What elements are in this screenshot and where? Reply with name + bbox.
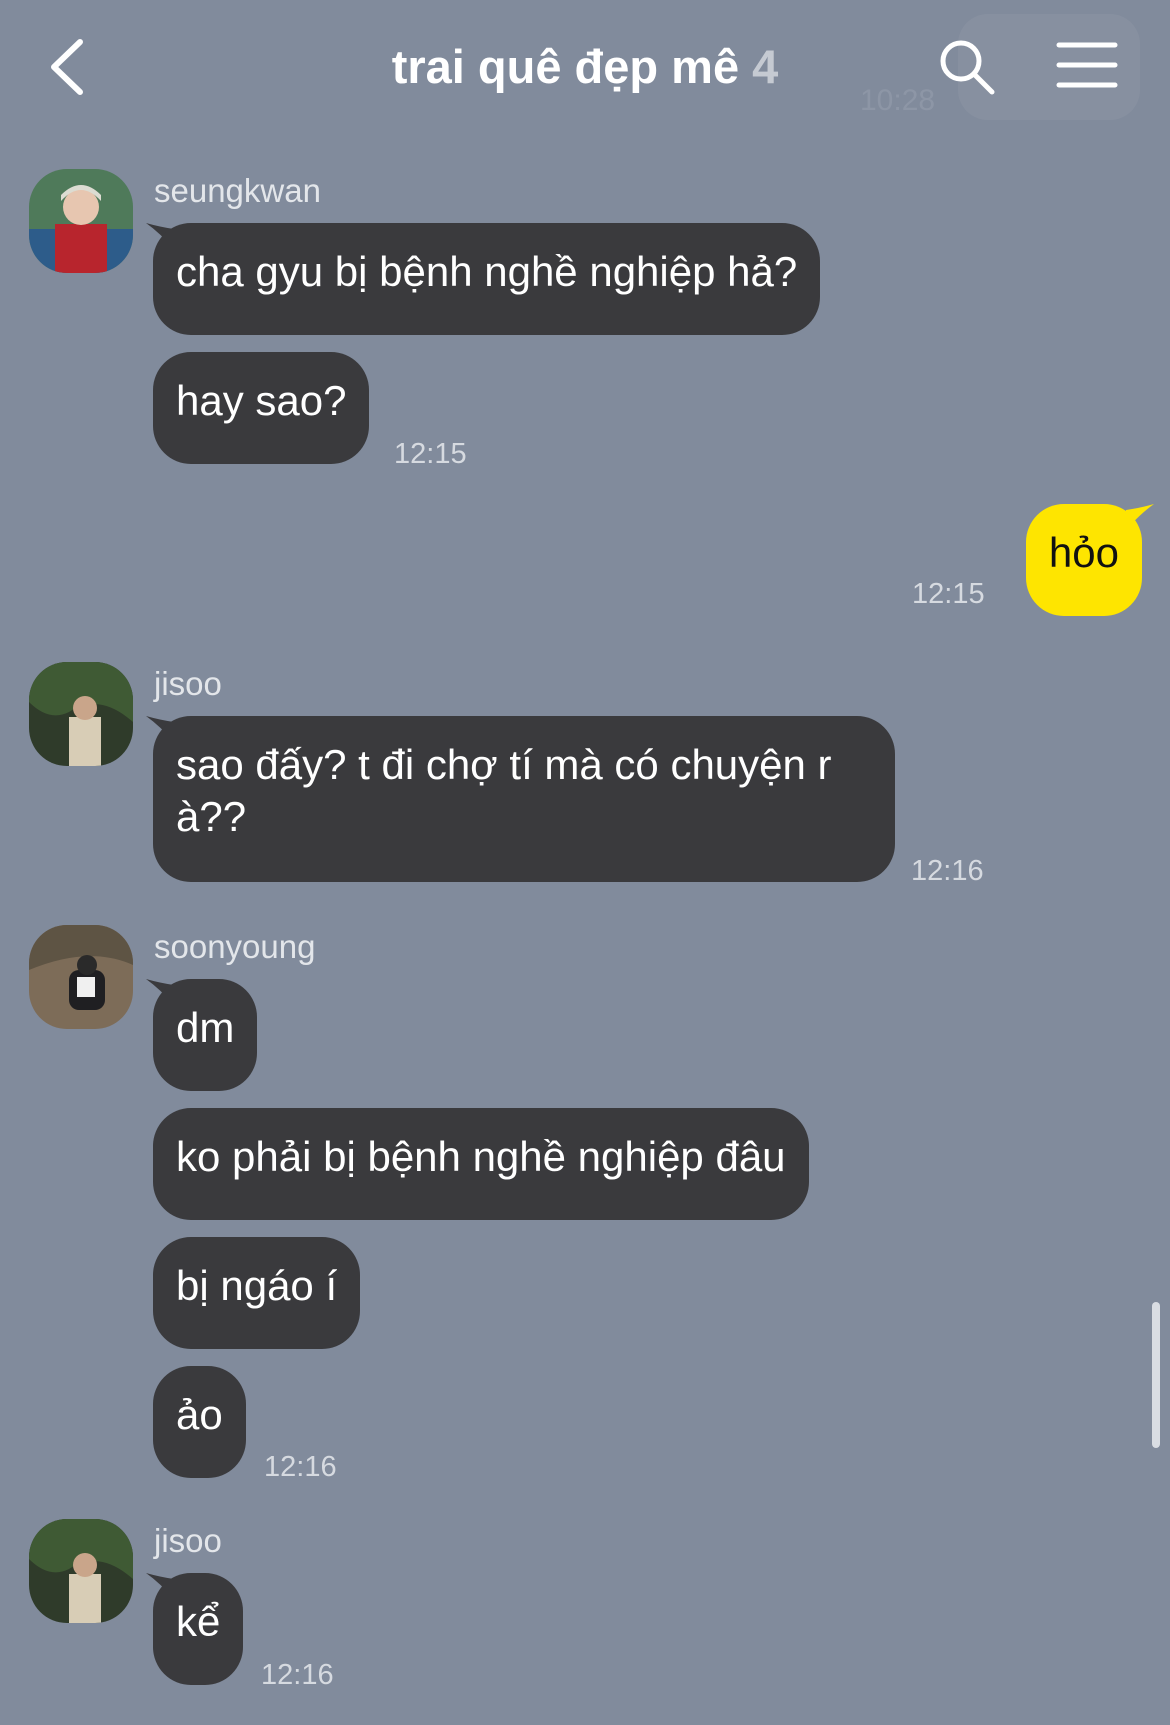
- sender-name: jisoo: [154, 1522, 222, 1559]
- faded-timestamp: 10:28: [860, 84, 936, 117]
- message-bubble[interactable]: ko phải bị bệnh nghề nghiệp đâu: [153, 1108, 809, 1220]
- message-bubble[interactable]: bị ngáo í: [153, 1237, 361, 1349]
- scrollbar[interactable]: [1152, 1302, 1160, 1448]
- message-bubble[interactable]: dm: [153, 979, 258, 1091]
- search-icon[interactable]: [936, 36, 998, 98]
- bubble-tail: [1126, 504, 1154, 530]
- avatar-soonyoung[interactable]: [29, 925, 133, 1029]
- message-bubble[interactable]: cha gyu bị bệnh nghề nghiệp hả?: [153, 223, 821, 335]
- chat-title-text: trai quê đẹp mê: [391, 40, 740, 93]
- avatar-seungkwan[interactable]: [29, 169, 133, 273]
- member-count: 4: [752, 40, 779, 93]
- avatar-jisoo[interactable]: [29, 1519, 133, 1623]
- menu-icon[interactable]: [1056, 40, 1118, 90]
- message-time: 12:16: [264, 1451, 337, 1483]
- message-time: 12:16: [911, 855, 984, 887]
- message-bubble[interactable]: sao đấy? t đi chợ tí mà có chuyện r à??: [153, 716, 895, 882]
- message-time: 12:15: [394, 438, 467, 470]
- message-time: 12:15: [912, 578, 985, 610]
- message-bubble[interactable]: kể: [153, 1573, 244, 1685]
- my-message-bubble[interactable]: hỏo: [1025, 504, 1142, 616]
- sender-name: seungkwan: [154, 172, 321, 209]
- sender-name: jisoo: [154, 665, 222, 702]
- chat-header: trai quê đẹp mê 4 10:28: [0, 0, 1170, 140]
- message-bubble[interactable]: hay sao?: [153, 352, 370, 464]
- message-bubble[interactable]: ảo: [153, 1366, 246, 1478]
- sender-name: soonyoung: [154, 928, 316, 965]
- message-time: 12:16: [261, 1659, 334, 1691]
- avatar-jisoo[interactable]: [29, 662, 133, 766]
